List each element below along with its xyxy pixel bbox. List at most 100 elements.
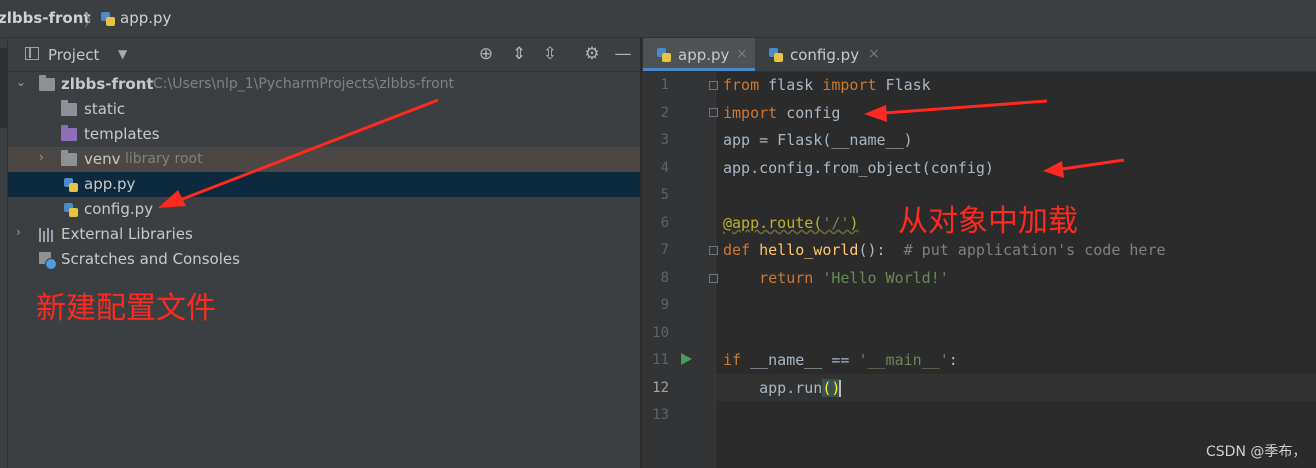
fold-marker-icon[interactable] [709, 274, 718, 283]
keyword: return [759, 269, 814, 287]
matched-brace: () [822, 379, 841, 397]
python-file-icon [768, 47, 784, 63]
python-file-icon [63, 177, 79, 193]
code-text: : [948, 351, 958, 369]
python-file-icon [100, 11, 116, 27]
editor-tab-bar: app.py × config.py × [643, 38, 1316, 72]
chevron-down-icon[interactable]: ⌄ [16, 75, 26, 89]
project-panel-title[interactable]: Project [48, 46, 99, 64]
code-text: config [777, 104, 841, 122]
decorator: @app.route( [723, 214, 823, 232]
tree-item-static[interactable]: static [8, 97, 640, 122]
python-file-icon [656, 47, 672, 63]
library-root-label: library root [125, 151, 203, 167]
tree-item-venv[interactable]: › venv library root [8, 147, 640, 172]
line-number: 4 [660, 160, 669, 176]
folder-icon [39, 75, 55, 91]
expand-all-icon[interactable]: ⇕ [508, 44, 530, 64]
tree-item-app-py[interactable]: app.py [8, 172, 640, 197]
line-number: 8 [660, 270, 669, 286]
chevron-right-icon[interactable]: › [16, 225, 21, 239]
line-number: 5 [660, 187, 669, 203]
code-line-11[interactable]: if __name__ == '__main__': [723, 351, 958, 369]
code-line-1[interactable]: from flask import Flask [723, 76, 931, 94]
code-line-2[interactable]: import config [723, 104, 840, 122]
code-text: (): [858, 241, 904, 259]
code-text: flask [759, 76, 823, 94]
scratches-icon [39, 252, 57, 270]
project-view-icon [25, 47, 39, 60]
tree-item-external-libraries[interactable]: › External Libraries [8, 222, 640, 247]
line-number: 9 [660, 297, 669, 313]
code-line-3[interactable]: app = Flask(__name__) [723, 131, 913, 149]
breadcrumb-file[interactable]: app.py [120, 9, 171, 27]
code-line-7[interactable]: def hello_world(): # put application's c… [723, 241, 1166, 259]
watermark: CSDN @季布， [1206, 444, 1307, 460]
chevron-right-icon[interactable]: › [39, 150, 44, 164]
breadcrumb-project[interactable]: zlbbs-front [0, 9, 91, 27]
fold-marker-icon[interactable] [709, 246, 718, 255]
fold-guide [715, 72, 716, 468]
navigation-bar: zlbbs-front 〉 app.py [0, 0, 1316, 38]
tree-item-scratches[interactable]: Scratches and Consoles [8, 247, 640, 272]
text-caret [839, 380, 842, 397]
string-literal: '/' [822, 214, 850, 232]
keyword: from [723, 76, 760, 94]
tab-config-py[interactable]: config.py × [755, 38, 885, 71]
close-icon[interactable]: × [868, 46, 880, 62]
decorator: ) [849, 214, 859, 232]
line-number: 3 [660, 132, 669, 148]
tree-item-label: External Libraries [61, 225, 193, 243]
run-icon[interactable] [681, 353, 692, 365]
tree-item-label: zlbbs-front [61, 75, 154, 93]
python-file-icon [63, 202, 79, 218]
line-number: 7 [660, 242, 669, 258]
active-tab-indicator [643, 68, 755, 71]
folder-icon [61, 100, 77, 116]
code-line-8[interactable]: return 'Hello World!' [723, 269, 949, 287]
tree-item-label: app.py [84, 175, 136, 193]
library-icon [39, 228, 55, 242]
tree-item-label: config.py [84, 200, 154, 218]
tool-window-strip [0, 38, 8, 468]
annotation-load-from-object: 从对象中加载 [898, 204, 1078, 239]
tree-item-project-root[interactable]: ⌄ zlbbs-front C:\Users\nlp_1\PycharmProj… [8, 72, 640, 97]
tree-item-config-py[interactable]: config.py [8, 197, 640, 222]
tab-label: config.py [790, 46, 860, 64]
line-number: 6 [660, 215, 669, 231]
project-panel: Project ▼ ⊕ ⇕ ⇳ ⚙ — ⌄ zlbbs-front C:\Use… [8, 38, 640, 468]
function-name: hello_world [759, 241, 859, 259]
code-line-6[interactable]: @app.route('/') [723, 214, 858, 232]
tab-app-py[interactable]: app.py × [643, 38, 755, 71]
line-number: 11 [652, 352, 669, 368]
code-text: __name__ == [741, 351, 859, 369]
template-folder-icon [61, 125, 77, 141]
project-tool-button[interactable] [0, 48, 7, 128]
project-path: C:\Users\nlp_1\PycharmProjects\zlbbs-fro… [153, 76, 454, 92]
keyword: def [723, 241, 751, 259]
code-line-4[interactable]: app.config.from_object(config) [723, 159, 994, 177]
tree-item-label: static [84, 100, 126, 118]
line-number: 13 [652, 407, 669, 423]
code-line-12[interactable]: app.run() [723, 379, 842, 397]
folder-icon [61, 150, 77, 166]
chevron-down-icon[interactable]: ▼ [118, 47, 127, 61]
collapse-all-icon[interactable]: ⇳ [539, 44, 561, 64]
locate-file-icon[interactable]: ⊕ [475, 44, 497, 64]
comment: # put application's code here [903, 241, 1166, 259]
fold-marker-icon[interactable] [709, 108, 718, 117]
line-number: 12 [652, 380, 669, 396]
string-literal: '__main__' [858, 351, 949, 369]
hide-panel-icon[interactable]: — [612, 44, 634, 64]
keyword: import [822, 76, 877, 94]
keyword: if [723, 351, 742, 369]
string-literal: 'Hello World!' [822, 269, 949, 287]
tree-item-templates[interactable]: templates [8, 122, 640, 147]
gear-icon[interactable]: ⚙ [581, 44, 603, 64]
close-icon[interactable]: × [736, 46, 748, 62]
fold-marker-icon[interactable] [709, 81, 718, 90]
tree-item-label: venv [84, 150, 121, 168]
project-panel-header: Project ▼ ⊕ ⇕ ⇳ ⚙ — [8, 38, 640, 72]
